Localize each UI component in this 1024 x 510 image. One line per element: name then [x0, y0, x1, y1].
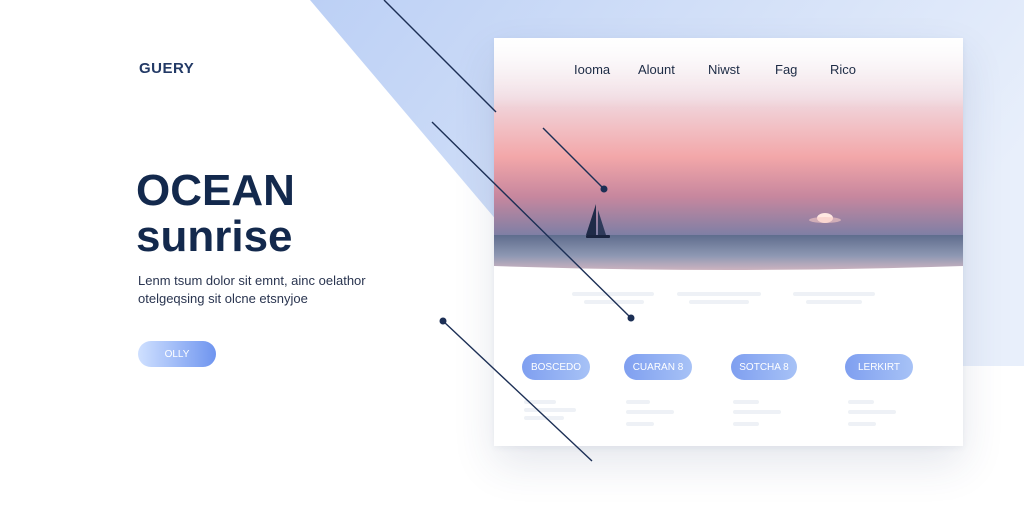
card-button-2[interactable]: CUARAN 8	[624, 354, 692, 380]
placeholder-line	[572, 292, 654, 296]
card-nav: Iooma Alount Niwst Fag Rico	[494, 62, 963, 82]
placeholder-line	[848, 422, 876, 426]
nav-item-3[interactable]: Niwst	[708, 62, 740, 77]
placeholder-line	[848, 410, 896, 414]
placeholder-line	[733, 422, 759, 426]
placeholder-line	[733, 400, 759, 404]
placeholder-line	[524, 400, 556, 404]
placeholder-line	[848, 400, 874, 404]
card-button-1[interactable]: BOSCEDO	[522, 354, 590, 380]
nav-item-5[interactable]: Rico	[830, 62, 856, 77]
placeholder-line	[524, 416, 564, 420]
placeholder-line	[733, 410, 781, 414]
hero-description: Lenm tsum dolor sit emnt, ainc oelathor …	[138, 273, 366, 306]
placeholder-line	[626, 422, 654, 426]
placeholder-line	[626, 410, 674, 414]
cta-button[interactable]: OLLY	[138, 341, 216, 367]
placeholder-line	[524, 408, 576, 412]
nav-item-2[interactable]: Alount	[638, 62, 675, 77]
brand-logo[interactable]: GUERY	[139, 60, 194, 77]
placeholder-line	[677, 292, 761, 296]
card-button-3[interactable]: SOTCHA 8	[731, 354, 797, 380]
hero-title: OCEAN sunrise	[136, 168, 295, 260]
placeholder-line	[584, 300, 644, 304]
placeholder-line	[806, 300, 862, 304]
placeholder-line	[793, 292, 875, 296]
website-preview-card: Iooma Alount Niwst Fag Rico BOSCEDO CUAR…	[494, 38, 963, 446]
placeholder-line	[626, 400, 650, 404]
nav-item-1[interactable]: Iooma	[574, 62, 610, 77]
card-button-4[interactable]: LERKIRT	[845, 354, 913, 380]
placeholder-line	[689, 300, 749, 304]
hero-title-line1: OCEAN	[136, 166, 295, 215]
hero-title-line2: sunrise	[136, 212, 293, 261]
nav-item-4[interactable]: Fag	[775, 62, 797, 77]
